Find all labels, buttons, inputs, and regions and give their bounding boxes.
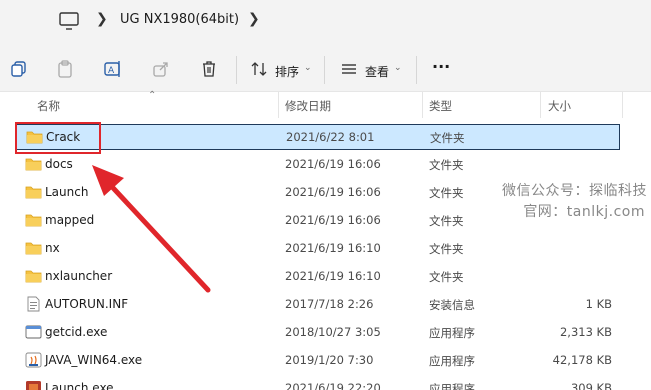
inf-file-icon	[25, 296, 42, 312]
watermark-wechat: 微信公众号：探临科技	[502, 183, 647, 199]
file-row[interactable]: nx 2021/6/19 16:10 文件夹	[15, 236, 620, 262]
file-row[interactable]: docs 2021/6/19 16:06 文件夹	[15, 152, 620, 178]
rename-icon[interactable]: A	[104, 60, 122, 78]
file-row[interactable]: getcid.exe 2018/10/27 3:05 应用程序 2,313 KB	[15, 320, 620, 346]
column-header-size[interactable]: 大小	[548, 98, 571, 114]
toolbar-separator	[416, 56, 417, 84]
java-exe-icon	[25, 352, 42, 368]
exe-icon	[25, 324, 42, 340]
folder-icon	[25, 268, 42, 284]
view-button-label[interactable]: 查看	[365, 63, 389, 80]
address-bar: ❯ UG NX1980(64bit) ❯	[0, 0, 651, 42]
sort-icon[interactable]	[250, 60, 268, 78]
column-header-row: ⌃ 名称 修改日期 类型 大小	[0, 90, 651, 118]
file-name[interactable]: mapped	[45, 213, 94, 227]
svg-text:A: A	[108, 66, 115, 76]
file-modified-date: 2021/6/19 22:20	[285, 381, 381, 390]
file-type: 应用程序	[429, 354, 475, 368]
file-name[interactable]: Launch.exe	[45, 381, 114, 390]
file-name[interactable]: nx	[45, 241, 60, 255]
file-row[interactable]: Crack 2021/6/22 8:01 文件夹	[15, 124, 620, 150]
folder-icon	[25, 240, 42, 256]
file-type: 文件夹	[429, 242, 464, 256]
file-row[interactable]: nxlauncher 2021/6/19 16:10 文件夹	[15, 264, 620, 290]
file-type: 文件夹	[429, 158, 464, 172]
share-icon[interactable]	[152, 60, 170, 78]
paste-icon[interactable]	[56, 60, 74, 78]
folder-icon	[25, 184, 42, 200]
file-modified-date: 2021/6/19 16:06	[285, 157, 381, 171]
column-header-type[interactable]: 类型	[429, 98, 452, 114]
file-modified-date: 2021/6/19 16:06	[285, 213, 381, 227]
column-divider[interactable]	[540, 92, 541, 118]
breadcrumb-chevron-icon[interactable]: ❯	[96, 11, 108, 27]
file-type: 文件夹	[429, 214, 464, 228]
launch-exe-icon	[25, 380, 42, 390]
column-header-modified[interactable]: 修改日期	[285, 98, 331, 114]
file-name[interactable]: AUTORUN.INF	[45, 297, 128, 311]
more-options-button[interactable]: ···	[432, 57, 450, 76]
file-size: 309 KB	[570, 381, 612, 390]
breadcrumb-current-folder[interactable]: UG NX1980(64bit)	[120, 12, 239, 27]
command-bar: A 排序 ⌄ 查看 ⌄ ···	[0, 42, 651, 92]
file-modified-date: 2018/10/27 3:05	[285, 325, 381, 339]
file-modified-date: 2017/7/18 2:26	[285, 297, 374, 311]
file-size: 42,178 KB	[552, 353, 612, 367]
file-row[interactable]: AUTORUN.INF 2017/7/18 2:26 安装信息 1 KB	[15, 292, 620, 318]
file-size: 2,313 KB	[559, 325, 612, 339]
file-modified-date: 2019/1/20 7:30	[285, 353, 374, 367]
column-divider[interactable]	[278, 92, 279, 118]
column-divider[interactable]	[422, 92, 423, 118]
file-type: 文件夹	[430, 131, 465, 145]
sort-button-label[interactable]: 排序	[275, 63, 299, 80]
folder-icon	[25, 156, 42, 172]
watermark-website: 官网：tanlkj.com	[523, 204, 645, 220]
file-name[interactable]: JAVA_WIN64.exe	[45, 353, 142, 367]
file-name[interactable]: nxlauncher	[45, 269, 112, 283]
copy-icon[interactable]	[10, 60, 28, 78]
file-size: 1 KB	[585, 297, 612, 311]
toolbar-separator	[324, 56, 325, 84]
delete-icon[interactable]	[200, 60, 218, 78]
file-type: 应用程序	[429, 326, 475, 340]
file-type: 文件夹	[429, 270, 464, 284]
file-name[interactable]: Launch	[45, 185, 88, 199]
file-modified-date: 2021/6/19 16:06	[285, 185, 381, 199]
file-name[interactable]: getcid.exe	[45, 325, 107, 339]
breadcrumb-expand-chevron-icon[interactable]: ❯	[248, 11, 260, 27]
computer-icon[interactable]	[58, 11, 80, 31]
file-modified-date: 2021/6/19 16:10	[285, 241, 381, 255]
highlight-box	[15, 122, 101, 154]
file-row[interactable]: Launch.exe 2021/6/19 22:20 应用程序 309 KB	[15, 376, 620, 390]
column-divider[interactable]	[622, 92, 623, 118]
sort-ascending-caret-icon: ⌃	[148, 90, 157, 101]
toolbar-separator	[236, 56, 237, 84]
view-icon[interactable]	[340, 60, 358, 78]
view-dropdown-caret-icon[interactable]: ⌄	[394, 63, 402, 73]
file-type: 安装信息	[429, 298, 475, 312]
folder-icon	[25, 212, 42, 228]
column-header-name[interactable]: 名称	[37, 98, 60, 114]
sort-dropdown-caret-icon[interactable]: ⌄	[304, 63, 312, 73]
file-type: 文件夹	[429, 186, 464, 200]
file-modified-date: 2021/6/22 8:01	[286, 130, 375, 144]
file-row[interactable]: JAVA_WIN64.exe 2019/1/20 7:30 应用程序 42,178 K…	[15, 348, 620, 374]
file-type: 应用程序	[429, 382, 475, 390]
file-modified-date: 2021/6/19 16:10	[285, 269, 381, 283]
file-name[interactable]: docs	[45, 157, 73, 171]
